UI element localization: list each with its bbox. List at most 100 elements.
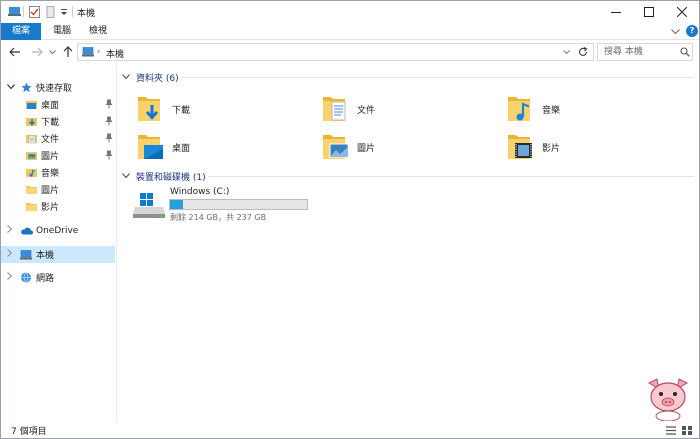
cloud-icon [20,227,33,235]
search-icon[interactable] [680,47,690,60]
nav-this-pc[interactable]: 本機 [1,246,115,263]
pictures-folder-icon [321,131,349,163]
help-icon[interactable]: ? [686,25,698,37]
details-view-button[interactable] [665,425,677,436]
group-title: 資料夾 (6) [136,73,179,84]
folder-label: 桌面 [172,143,191,154]
ribbon-tabs: 檔案 電腦 檢視 ? [1,23,699,40]
group-header-devices[interactable]: 裝置和磁碟機 (1) [122,169,206,183]
nav-label: 下載 [41,118,60,128]
nav-label: 圖片 [41,152,60,162]
this-pc-icon [20,249,33,260]
folder-tile-music[interactable]: 音樂 [506,89,676,129]
nav-item-music[interactable]: 音樂 [1,164,115,181]
music-folder-icon [26,168,38,178]
downloads-folder-icon [26,117,38,127]
folder-label: 文件 [357,105,376,116]
explorer-icon[interactable] [7,5,21,18]
drive-tile-c[interactable]: Windows (C:) 剩餘 214 GB，共 237 GB [130,187,320,223]
large-icons-view-icon [682,426,692,435]
mascot-watermark [645,377,691,422]
minimize-icon [611,12,621,13]
new-folder-icon[interactable] [45,5,57,18]
drive-usage-fill [170,200,184,209]
expand-chevron-icon[interactable] [7,249,17,260]
folder-label: 圖片 [357,143,376,154]
arrow-left-icon [9,47,20,57]
nav-item-downloads[interactable]: 下載 [1,113,115,130]
customize-toolbar-icon[interactable] [59,5,69,18]
nav-label: 影片 [41,203,60,213]
folder-tile-desktop[interactable]: 桌面 [136,127,306,167]
arrow-up-icon [63,46,73,57]
window-title: 本機 [77,9,96,19]
tab-view[interactable]: 檢視 [83,23,113,40]
nav-label: 文件 [41,135,60,145]
nav-item-pictures-2[interactable]: 圖片 [1,181,115,198]
title-bar: 本機 [1,1,699,23]
nav-label: 桌面 [41,101,60,111]
expand-chevron-icon[interactable] [7,225,17,236]
tab-file[interactable]: 檔案 [1,23,41,40]
folder-icon [26,202,38,212]
breadcrumb-this-pc[interactable]: 本機 [106,47,124,60]
maximize-button[interactable] [633,1,665,23]
refresh-icon [578,47,588,56]
nav-item-pictures[interactable]: 圖片 [1,147,115,164]
search-input[interactable] [598,44,678,60]
folder-label: 下載 [172,105,191,116]
group-divider [182,77,694,78]
nav-item-videos[interactable]: 影片 [1,198,115,215]
chevron-down-icon [122,74,130,80]
up-button[interactable] [61,45,75,59]
properties-icon[interactable] [28,5,41,18]
search-box[interactable] [597,43,693,61]
drive-free-space: 剩餘 214 GB，共 237 GB [170,213,267,222]
breadcrumb-separator-icon: › [97,47,101,56]
documents-folder-icon [26,134,38,144]
nav-network[interactable]: 網路 [1,269,115,286]
nav-quick-access[interactable]: 快速存取 [1,79,115,96]
minimize-button[interactable] [600,1,632,23]
folder-tile-pictures[interactable]: 圖片 [321,127,491,167]
close-icon [677,7,687,17]
refresh-button[interactable] [577,46,589,58]
arrow-right-icon [32,47,43,57]
address-dropdown-button[interactable] [561,47,571,57]
folder-tile-documents[interactable]: 文件 [321,89,491,129]
chevron-down-icon [671,28,680,34]
pin-icon[interactable] [105,116,113,129]
nav-label: 本機 [36,251,55,261]
nav-label: 圖片 [41,186,60,196]
group-header-folders[interactable]: 資料夾 (6) [122,70,179,84]
expand-ribbon-button[interactable] [670,26,681,37]
pin-icon[interactable] [105,99,113,112]
details-view-icon [666,426,676,435]
pin-icon[interactable] [105,133,113,146]
recent-locations-button[interactable] [47,47,57,57]
large-icons-view-button[interactable] [681,425,693,436]
expand-chevron-icon[interactable] [7,272,17,283]
nav-label: 網路 [36,274,55,284]
folder-tile-videos[interactable]: 影片 [506,127,676,167]
nav-label: 快速存取 [36,84,73,94]
maximize-icon [644,7,654,17]
nav-item-desktop[interactable]: 桌面 [1,96,115,113]
navigation-bar: › 本機 [1,41,699,63]
pin-icon[interactable] [105,150,113,163]
tab-computer[interactable]: 電腦 [45,23,79,40]
address-bar[interactable]: › 本機 [77,43,594,61]
pictures-folder-icon [26,151,38,161]
nav-item-documents[interactable]: 文件 [1,130,115,147]
navigation-pane: 快速存取 桌面 下載 文件 圖片 音樂 圖片 影片 OneDrive 本機 網路 [1,65,117,422]
back-button[interactable] [8,45,22,59]
drive-name: Windows (C:) [170,187,230,197]
expand-chevron-icon[interactable] [7,83,17,93]
forward-button[interactable] [30,45,44,59]
star-icon [21,82,33,93]
folder-tile-downloads[interactable]: 下載 [136,89,306,129]
nav-onedrive[interactable]: OneDrive [1,222,115,239]
chevron-down-icon [562,49,570,54]
close-button[interactable] [666,1,698,23]
downloads-folder-icon [136,93,164,125]
